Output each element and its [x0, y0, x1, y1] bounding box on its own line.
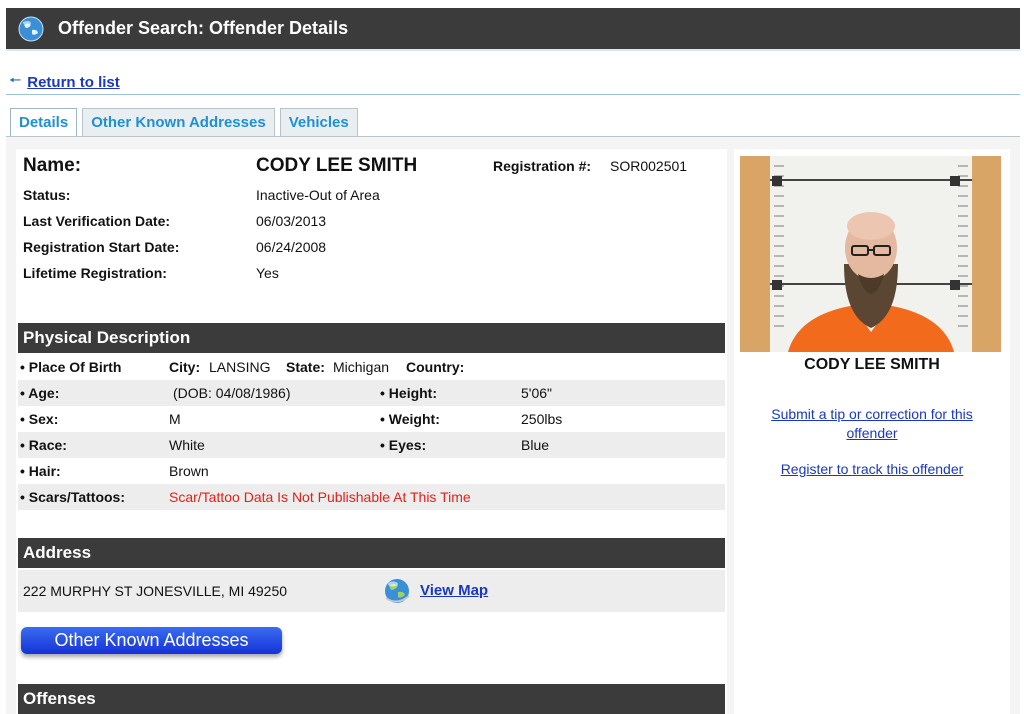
- country-label: Country:: [406, 359, 465, 375]
- race-value: White: [169, 437, 205, 453]
- page-header: Offender Search: Offender Details: [6, 8, 1020, 49]
- race-label: • Race:: [20, 437, 67, 453]
- tab-details[interactable]: Details: [10, 108, 78, 136]
- status-label: Status:: [23, 187, 71, 203]
- weight-label: • Weight:: [380, 411, 440, 427]
- tab-vehicles[interactable]: Vehicles: [279, 108, 358, 136]
- age-label: • Age:: [20, 385, 60, 401]
- return-to-list-link[interactable]: Return to list: [27, 74, 120, 91]
- details-content: Name: CODY LEE SMITH Registration #: SOR…: [6, 137, 1020, 714]
- city-label: City:: [169, 359, 201, 375]
- globe-icon: [18, 16, 44, 41]
- age-value: (DOB: 04/08/1986): [173, 385, 291, 401]
- physical-description-header: Physical Description: [18, 323, 725, 353]
- tab-bar: Details Other Known Addresses Vehicles: [10, 108, 363, 136]
- map-globe-icon: [385, 579, 410, 603]
- eyes-value: Blue: [521, 437, 550, 453]
- scars-tattoos-label: • Scars/Tattoos:: [20, 489, 125, 505]
- offenses-header: Offenses: [18, 684, 725, 714]
- photo-sidebar: CODY LEE SMITH Submit a tip or correctio…: [734, 149, 1010, 714]
- status-value: Inactive-Out of Area: [256, 187, 380, 203]
- sex-value: M: [169, 411, 181, 427]
- scars-tattoos-value: Scar/Tattoo Data Is Not Publishable At T…: [169, 489, 471, 505]
- lifetime-registration-label: Lifetime Registration:: [23, 265, 167, 281]
- state-label: State:: [286, 359, 325, 375]
- height-value: 5'06": [521, 385, 553, 401]
- city-value: LANSING: [209, 359, 271, 375]
- sex-label: • Sex:: [20, 411, 59, 427]
- place-of-birth-label: • Place Of Birth: [20, 359, 122, 375]
- name-label: Name:: [23, 155, 82, 176]
- last-verification-label: Last Verification Date:: [23, 213, 171, 229]
- return-to-list[interactable]: 🠔 Return to list: [9, 70, 120, 94]
- hair-value: Brown: [169, 463, 209, 479]
- state-value: Michigan: [333, 359, 390, 375]
- hair-row: • Hair: Brown: [18, 458, 725, 484]
- scars-tattoos-row: • Scars/Tattoos: Scar/Tattoo Data Is Not…: [18, 484, 725, 510]
- details-panel: Name: CODY LEE SMITH Registration #: SOR…: [16, 149, 727, 714]
- registration-start-label: Registration Start Date:: [23, 239, 180, 255]
- registration-label: Registration #:: [493, 158, 592, 174]
- back-arrow-icon: 🠔: [9, 72, 22, 88]
- address-row: 222 MURPHY ST JONESVILLE, MI 49250 View …: [18, 570, 725, 612]
- lifetime-registration-value: Yes: [256, 265, 279, 281]
- age-height-row: • Age: (DOB: 04/08/1986) • Height: 5'06": [18, 380, 725, 406]
- registration-start-value: 06/24/2008: [256, 239, 327, 255]
- place-of-birth-row: • Place Of Birth City: LANSING State: Mi…: [18, 354, 725, 380]
- offender-name: CODY LEE SMITH: [256, 155, 418, 176]
- nav-divider: [6, 94, 1020, 95]
- last-verification-value: 06/03/2013: [256, 213, 327, 229]
- address-value: 222 MURPHY ST JONESVILLE, MI 49250: [23, 583, 288, 599]
- sex-weight-row: • Sex: M • Weight: 250lbs: [18, 406, 725, 432]
- register-track-link[interactable]: Register to track this offender: [744, 460, 1000, 479]
- view-map-link[interactable]: View Map: [420, 582, 488, 599]
- tab-other-known-addresses[interactable]: Other Known Addresses: [82, 108, 275, 136]
- registration-number: SOR002501: [610, 158, 688, 174]
- offender-photo: [740, 156, 1001, 352]
- page-title: Offender Search: Offender Details: [58, 18, 349, 38]
- submit-tip-link[interactable]: Submit a tip or correction for this offe…: [744, 405, 1000, 443]
- eyes-label: • Eyes:: [380, 437, 427, 453]
- address-header: Address: [18, 538, 725, 568]
- other-known-addresses-button[interactable]: Other Known Addresses: [21, 627, 282, 654]
- photo-caption-name: CODY LEE SMITH: [804, 356, 940, 373]
- hair-label: • Hair:: [20, 463, 61, 479]
- height-label: • Height:: [380, 385, 438, 401]
- header-divider: [6, 49, 1020, 51]
- weight-value: 250lbs: [521, 411, 563, 427]
- race-eyes-row: • Race: White • Eyes: Blue: [18, 432, 725, 458]
